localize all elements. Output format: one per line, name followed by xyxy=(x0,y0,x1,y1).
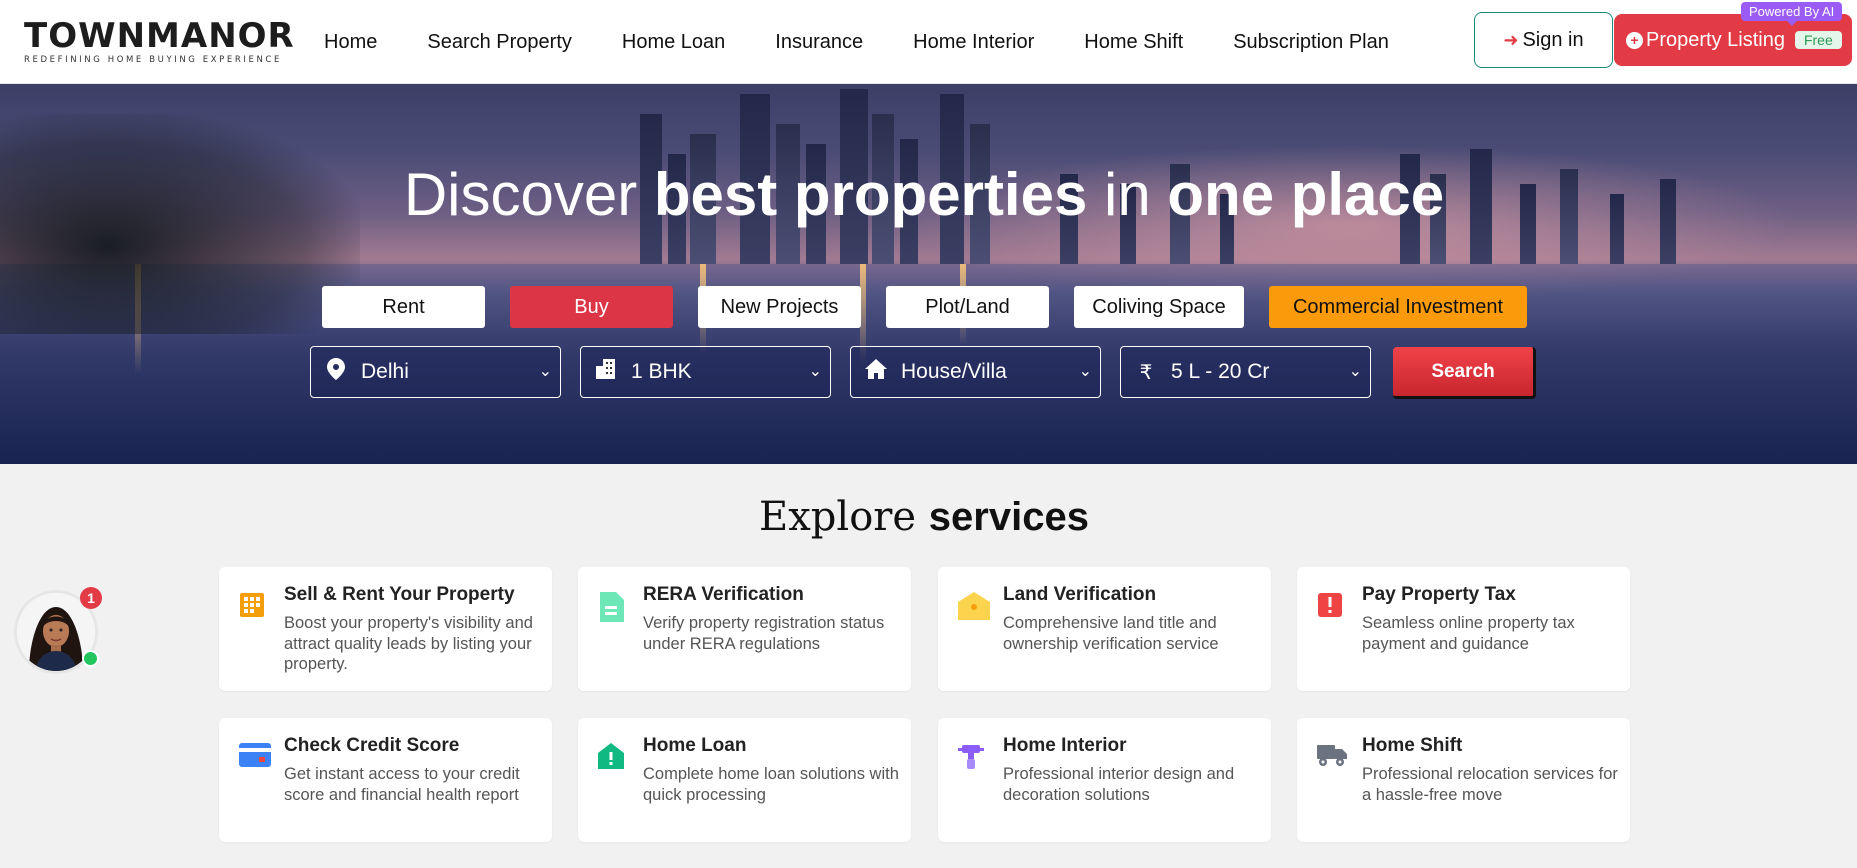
service-card-land[interactable]: Land Verification Comprehensive land tit… xyxy=(938,567,1271,691)
rupee-icon: ₹ xyxy=(1139,361,1153,384)
home-alert-icon xyxy=(598,743,628,773)
service-title: Land Verification xyxy=(1003,584,1157,605)
service-description: Complete home loan solutions with quick … xyxy=(643,765,899,804)
nav-search-property[interactable]: Search Property xyxy=(427,31,572,54)
grid-icon xyxy=(239,592,269,622)
budget-value: 5 L - 20 Cr xyxy=(1171,360,1270,383)
hero-title-part-1: Discover xyxy=(403,161,654,228)
free-badge: Free xyxy=(1794,31,1842,49)
service-card-home-loan[interactable]: Home Loan Complete home loan solutions w… xyxy=(578,718,911,842)
nav-subscription-plan[interactable]: Subscription Plan xyxy=(1233,31,1389,54)
tab-coliving-space[interactable]: Coliving Space xyxy=(1074,286,1244,328)
nav-home-interior[interactable]: Home Interior xyxy=(913,31,1034,54)
service-title: Pay Property Tax xyxy=(1362,584,1516,605)
sign-in-icon: ➜ xyxy=(1503,29,1519,50)
service-card-sell-rent[interactable]: Sell & Rent Your Property Boost your pro… xyxy=(219,567,552,691)
bhk-value: 1 BHK xyxy=(631,360,692,383)
hero-title: Discover best properties in one place xyxy=(0,160,1848,229)
bhk-select[interactable]: 1 BHK ⌄ xyxy=(580,346,831,398)
brand-name: TOWNMANOR xyxy=(24,16,295,56)
hero-title-part-2: best properties xyxy=(653,161,1088,228)
tab-new-projects[interactable]: New Projects xyxy=(698,286,861,328)
service-title: Sell & Rent Your Property xyxy=(284,584,515,605)
building-icon xyxy=(581,359,631,385)
hero-title-part-4: one place xyxy=(1167,161,1445,228)
service-description: Verify property registration status unde… xyxy=(643,614,885,653)
service-description: Professional relocation services for a h… xyxy=(1362,765,1618,804)
service-title: Check Credit Score xyxy=(284,735,460,756)
service-title: Home Interior xyxy=(1003,735,1127,756)
credit-card-icon xyxy=(239,743,271,773)
notification-badge: 1 xyxy=(80,587,102,609)
service-description: Seamless online property tax payment and… xyxy=(1362,614,1575,653)
brand-logo[interactable]: TOWNMANOR REDEFINING HOME BUYING EXPERIE… xyxy=(24,18,294,68)
city-value: Delhi xyxy=(361,360,409,383)
service-card-credit-score[interactable]: Check Credit Score Get instant access to… xyxy=(219,718,552,842)
search-button[interactable]: Search xyxy=(1393,347,1536,399)
tab-buy[interactable]: Buy xyxy=(510,286,673,328)
service-card-rera[interactable]: RERA Verification Verify property regist… xyxy=(578,567,911,691)
city-select[interactable]: Delhi ⌄ xyxy=(310,346,561,398)
house-icon xyxy=(851,359,901,385)
main-nav: Home Search Property Home Loan Insurance… xyxy=(324,0,1439,84)
sign-in-button[interactable]: ➜ Sign in xyxy=(1474,12,1613,68)
budget-select[interactable]: ₹ 5 L - 20 Cr ⌄ xyxy=(1120,346,1371,398)
nav-home-loan[interactable]: Home Loan xyxy=(622,31,725,54)
powered-by-ai-badge: Powered By AI xyxy=(1741,2,1843,26)
plus-circle-icon: + xyxy=(1626,31,1643,49)
service-card-property-tax[interactable]: Pay Property Tax Seamless online propert… xyxy=(1297,567,1630,691)
paint-roller-icon xyxy=(958,743,988,773)
tab-rent[interactable]: Rent xyxy=(322,286,485,328)
property-type-select[interactable]: House/Villa ⌄ xyxy=(850,346,1101,398)
sign-in-label: Sign in xyxy=(1522,28,1584,51)
property-listing-label: Property Listing xyxy=(1646,28,1785,51)
services-title: Explore services xyxy=(0,494,1848,540)
brand-tagline: REDEFINING HOME BUYING EXPERIENCE xyxy=(24,55,282,65)
nav-home-shift[interactable]: Home Shift xyxy=(1084,31,1183,54)
location-pin-icon xyxy=(311,358,361,386)
tab-plot-land[interactable]: Plot/Land xyxy=(886,286,1049,328)
top-header: TOWNMANOR REDEFINING HOME BUYING EXPERIE… xyxy=(0,0,1857,84)
property-listing-button[interactable]: + Property Listing Free xyxy=(1614,14,1852,66)
chevron-down-icon: ⌄ xyxy=(808,363,822,380)
service-title: RERA Verification xyxy=(643,584,804,605)
service-description: Get instant access to your credit score … xyxy=(284,765,520,804)
services-title-prefix: Explore xyxy=(759,494,929,540)
online-status-dot xyxy=(82,650,99,667)
nav-insurance[interactable]: Insurance xyxy=(775,31,863,54)
document-icon xyxy=(598,592,628,622)
service-card-home-interior[interactable]: Home Interior Professional interior desi… xyxy=(938,718,1271,842)
service-description: Comprehensive land title and ownership v… xyxy=(1003,614,1219,653)
services-title-bold: services xyxy=(928,495,1089,539)
service-description: Boost your property's visibility and att… xyxy=(284,614,533,673)
chevron-down-icon: ⌄ xyxy=(1348,363,1362,380)
land-icon xyxy=(958,592,990,622)
property-type-value: House/Villa xyxy=(901,360,1007,383)
nav-home[interactable]: Home xyxy=(324,31,377,54)
service-description: Professional interior design and decorat… xyxy=(1003,765,1235,804)
service-title: Home Loan xyxy=(643,735,747,756)
hero-title-part-3: in xyxy=(1087,161,1168,228)
chevron-down-icon: ⌄ xyxy=(1078,363,1092,380)
hero-banner: Discover best properties in one place Re… xyxy=(0,84,1857,464)
service-title: Home Shift xyxy=(1362,735,1463,756)
alert-icon xyxy=(1317,592,1347,622)
service-card-home-shift[interactable]: Home Shift Professional relocation servi… xyxy=(1297,718,1630,842)
chevron-down-icon: ⌄ xyxy=(538,363,552,380)
truck-icon xyxy=(1317,743,1347,773)
tab-commercial-investment[interactable]: Commercial Investment xyxy=(1269,286,1527,328)
